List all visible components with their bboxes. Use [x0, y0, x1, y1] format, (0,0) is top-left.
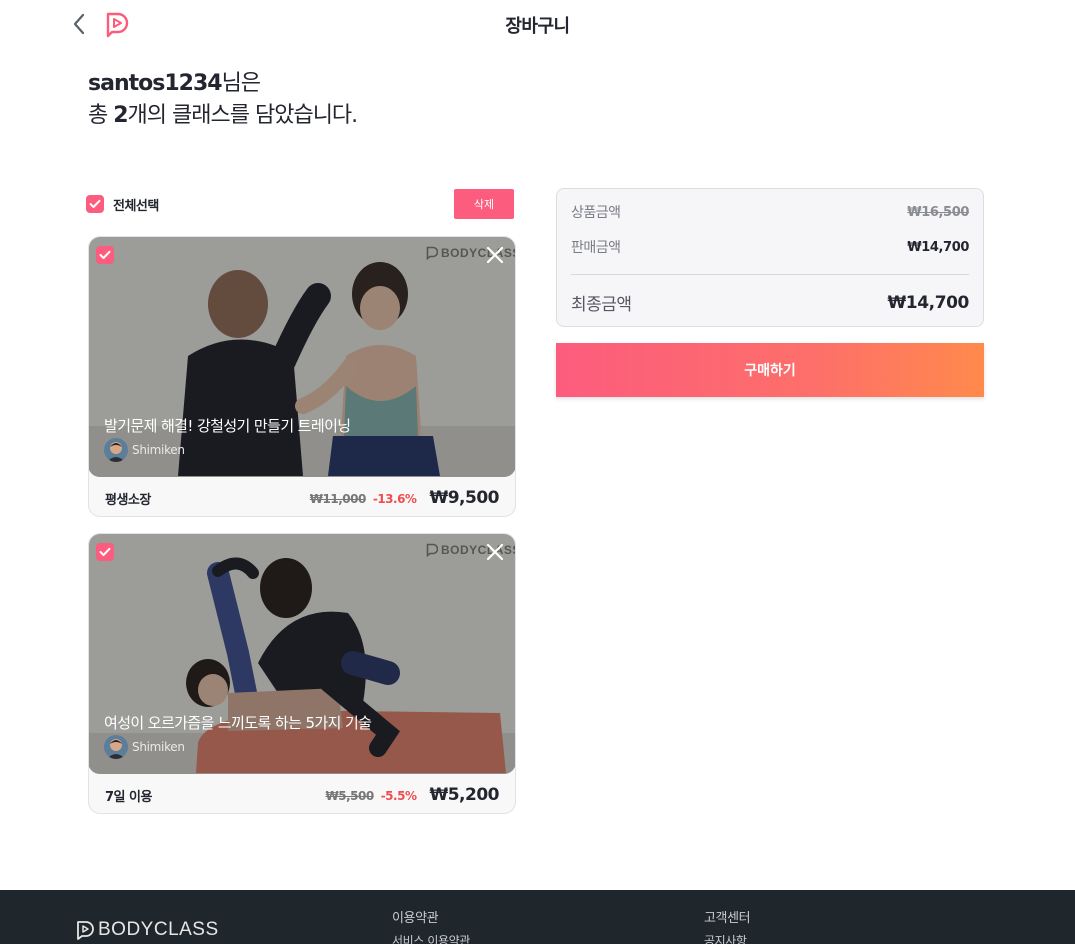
header: 장바구니 — [0, 0, 1075, 48]
product-amount-value: ₩16,500 — [907, 204, 969, 220]
footer: BODYCLASS 이용약관 서비스 이용약관 고객센터 공지사항 — [0, 890, 1075, 944]
footer-service-terms-link[interactable]: 서비스 이용약관 — [392, 932, 470, 944]
class-author: Shimiken — [104, 735, 185, 759]
username: santos1234 — [88, 71, 223, 96]
bodyclass-logo-icon — [77, 921, 94, 940]
select-all-row: 전체선택 — [86, 195, 159, 214]
class-thumbnail[interactable]: BODYCLASS 발기문제 해결! 강철성기 만들기 트레이닝 Shimike… — [89, 237, 515, 477]
discount-rate: -5.5% — [380, 789, 417, 803]
original-price: ₩11,000 — [309, 492, 367, 506]
plan-type: 7일 이용 — [105, 789, 152, 805]
footer-logo-text: BODYCLASS — [98, 919, 219, 940]
sale-amount-value: ₩14,700 — [907, 239, 969, 255]
sale-amount-row: 판매금액 ₩14,700 — [571, 237, 969, 257]
price-row: 7일 이용 ₩5,500 -5.5% ₩5,200 — [105, 783, 499, 807]
price-group: ₩11,000 -13.6% ₩9,500 — [309, 488, 500, 508]
original-price: ₩5,500 — [325, 789, 375, 803]
summary-divider — [571, 274, 969, 275]
delete-selected-button[interactable]: 삭제 — [454, 189, 514, 219]
footer-logo[interactable]: BODYCLASS — [76, 919, 219, 941]
remove-item-button[interactable] — [484, 244, 506, 266]
footer-support-heading: 고객센터 — [704, 911, 751, 926]
close-icon — [486, 246, 504, 264]
cart-item: BODYCLASS 발기문제 해결! 강철성기 만들기 트레이닝 Shimike… — [88, 236, 516, 517]
purchase-button[interactable]: 구매하기 — [556, 343, 984, 397]
item-checkbox[interactable] — [96, 543, 114, 561]
product-amount-row: 상품금액 ₩16,500 — [571, 202, 969, 222]
item-checkbox[interactable] — [96, 246, 114, 264]
greeting-line2-suffix: 개의 클래스를 담았습니다. — [127, 103, 359, 128]
class-author: Shimiken — [104, 438, 185, 462]
greeting-prefix: 총 — [88, 103, 114, 128]
product-amount-label: 상품금액 — [571, 205, 621, 221]
remove-item-button[interactable] — [484, 541, 506, 563]
total-amount-value: ₩14,700 — [887, 292, 969, 313]
class-title: 발기문제 해결! 강철성기 만들기 트레이닝 — [104, 417, 351, 435]
avatar — [104, 438, 128, 462]
author-name: Shimiken — [132, 443, 185, 457]
price-group: ₩5,500 -5.5% ₩5,200 — [326, 785, 500, 805]
total-amount-label: 최종금액 — [571, 295, 632, 315]
cart-item: BODYCLASS 여성이 오르가즘을 느끼도록 하는 5가지 기술 Shimi… — [88, 533, 516, 814]
plan-type: 평생소장 — [105, 492, 151, 508]
page-title: 장바구니 — [505, 16, 570, 37]
check-icon — [99, 547, 111, 556]
final-price: ₩5,200 — [429, 785, 499, 805]
check-icon — [89, 199, 101, 208]
check-icon — [99, 250, 111, 259]
cart-greeting: santos1234님은 총 2개의 클래스를 담았습니다. — [88, 68, 359, 132]
footer-notice-link[interactable]: 공지사항 — [704, 932, 750, 944]
price-row: 평생소장 ₩11,000 -13.6% ₩9,500 — [105, 486, 499, 510]
footer-terms-heading: 이용약관 — [392, 911, 439, 926]
close-icon — [486, 543, 504, 561]
class-title: 여성이 오르가즘을 느끼도록 하는 5가지 기술 — [104, 714, 372, 732]
class-thumbnail[interactable]: BODYCLASS 여성이 오르가즘을 느끼도록 하는 5가지 기술 Shimi… — [89, 534, 515, 774]
select-all-checkbox[interactable] — [86, 195, 104, 213]
greeting-suffix: 님은 — [221, 71, 261, 96]
footer-terms-column: 이용약관 서비스 이용약관 — [392, 907, 470, 944]
discount-rate: -13.6% — [372, 492, 417, 506]
cart-count: 2 — [113, 103, 128, 128]
order-summary: 상품금액 ₩16,500 판매금액 ₩14,700 최종금액 ₩14,700 — [556, 188, 984, 327]
footer-support-column: 고객센터 공지사항 — [704, 907, 751, 944]
select-all-label: 전체선택 — [113, 198, 159, 214]
avatar — [104, 735, 128, 759]
bodyclass-logo-icon — [426, 543, 438, 557]
author-name: Shimiken — [132, 740, 185, 754]
bodyclass-logo-icon — [426, 246, 438, 260]
sale-amount-label: 판매금액 — [571, 240, 621, 256]
total-amount-row: 최종금액 ₩14,700 — [571, 290, 969, 316]
final-price: ₩9,500 — [429, 488, 499, 508]
